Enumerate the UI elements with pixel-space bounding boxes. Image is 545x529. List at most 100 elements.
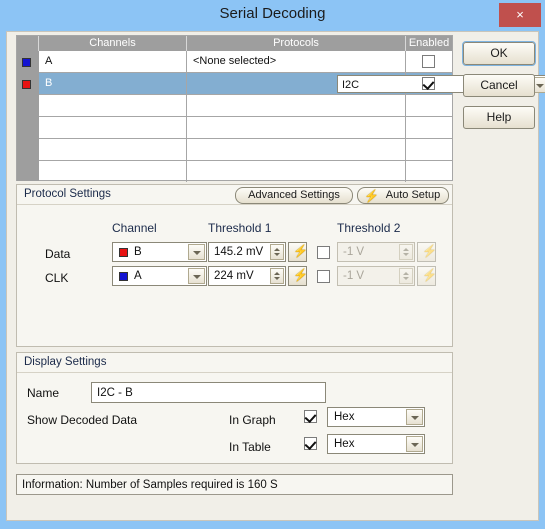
cancel-button[interactable]: Cancel <box>463 74 535 97</box>
enabled-checkbox[interactable] <box>422 77 435 90</box>
information-text: Information: Number of Samples required … <box>22 479 278 491</box>
table-row[interactable]: A <None selected> <box>39 51 452 73</box>
channel-color-swatch <box>119 272 128 281</box>
data-threshold1-value: 145.2 mV <box>214 246 264 258</box>
cell-protocol[interactable] <box>187 139 406 160</box>
cell-enabled <box>406 73 452 94</box>
row-label-clk: CLK <box>45 271 69 285</box>
table-header-corner <box>17 36 39 51</box>
data-threshold2-enable-checkbox[interactable] <box>317 246 330 259</box>
cell-channel <box>39 161 187 182</box>
clk-threshold1-field[interactable]: 224 mV <box>208 266 286 286</box>
row-label-data: Data <box>45 247 71 261</box>
in-graph-label: In Graph <box>229 413 276 427</box>
column-label-channel: Channel <box>112 221 157 235</box>
spinner-up-down-icon <box>399 268 413 284</box>
in-graph-format-value: Hex <box>334 411 355 423</box>
auto-setup-button[interactable]: ⚡ Auto Setup <box>357 187 449 204</box>
table-row[interactable] <box>39 161 452 183</box>
table-row[interactable] <box>39 117 452 139</box>
bolt-icon: ⚡ <box>422 244 437 258</box>
data-threshold1-auto-button[interactable]: ⚡ <box>288 242 308 262</box>
in-table-label: In Table <box>229 440 271 454</box>
cell-channel: B <box>39 73 187 94</box>
clk-threshold2-auto-button: ⚡ <box>417 266 437 286</box>
cell-protocol[interactable] <box>187 117 406 138</box>
cell-enabled <box>406 117 452 138</box>
bolt-icon: ⚡ <box>293 244 308 258</box>
column-label-threshold2: Threshold 2 <box>337 221 401 235</box>
table-row[interactable] <box>39 95 452 117</box>
spinner-up-down-icon <box>399 244 413 260</box>
table-row[interactable]: B I2C <box>39 73 545 95</box>
bolt-icon: ⚡ <box>293 268 308 282</box>
cell-channel <box>39 117 187 138</box>
cell-channel <box>39 95 187 116</box>
cell-channel: A <box>39 51 187 72</box>
in-table-format-combo[interactable]: Hex <box>327 434 425 454</box>
divider <box>17 204 452 205</box>
cell-protocol[interactable] <box>187 95 406 116</box>
title-bar: Serial Decoding × <box>0 0 545 31</box>
clk-channel-combo[interactable]: A <box>112 266 207 286</box>
help-button[interactable]: Help <box>463 106 535 129</box>
cell-enabled <box>406 51 452 72</box>
dialog-body: Channels Protocols Enabled A <None selec… <box>6 31 545 521</box>
cell-protocol[interactable]: <None selected> <box>187 51 406 72</box>
row-header-strip <box>17 51 39 181</box>
clk-threshold2-enable-checkbox[interactable] <box>317 270 330 283</box>
table-header-protocols[interactable]: Protocols <box>187 36 406 51</box>
close-icon[interactable]: × <box>499 3 541 27</box>
advanced-settings-button[interactable]: Advanced Settings <box>235 187 353 204</box>
table-header-enabled[interactable]: Enabled <box>406 36 452 51</box>
channel-color-swatch-b <box>22 80 31 89</box>
window-title: Serial Decoding <box>219 5 326 22</box>
chevron-down-icon[interactable] <box>188 268 205 284</box>
chevron-down-icon[interactable] <box>188 244 205 260</box>
cell-protocol[interactable] <box>187 161 406 182</box>
cell-enabled <box>406 95 452 116</box>
serial-decoding-dialog: Serial Decoding × Channels Protocols Ena… <box>0 0 545 529</box>
display-settings-title: Display Settings <box>24 356 107 368</box>
clk-threshold1-auto-button[interactable]: ⚡ <box>288 266 308 286</box>
enabled-checkbox[interactable] <box>422 55 435 68</box>
channel-color-swatch <box>119 248 128 257</box>
spinner-up-down-icon[interactable] <box>270 268 284 284</box>
bolt-icon: ⚡ <box>422 268 437 282</box>
table-header-row: Channels Protocols Enabled <box>17 36 452 51</box>
chevron-down-icon[interactable] <box>406 436 423 452</box>
information-bar: Information: Number of Samples required … <box>16 474 453 495</box>
channel-color-swatch-a <box>22 58 31 67</box>
in-table-checkbox[interactable] <box>304 437 317 450</box>
protocol-combo-value: I2C <box>342 79 360 91</box>
name-input[interactable]: I2C - B <box>91 382 326 403</box>
data-threshold2-auto-button: ⚡ <box>417 242 437 262</box>
data-threshold1-field[interactable]: 145.2 mV <box>208 242 286 262</box>
divider <box>17 372 452 373</box>
protocol-settings-title: Protocol Settings <box>24 188 111 200</box>
name-input-value: I2C - B <box>97 387 133 399</box>
data-threshold2-value: -1 V <box>343 246 365 258</box>
spinner-up-down-icon[interactable] <box>270 244 284 260</box>
column-label-threshold1: Threshold 1 <box>208 221 272 235</box>
in-graph-format-combo[interactable]: Hex <box>327 407 425 427</box>
clk-channel-value: A <box>134 270 142 282</box>
table-row[interactable] <box>39 139 452 161</box>
clk-threshold2-value: -1 V <box>343 270 365 282</box>
auto-setup-label: Auto Setup <box>385 189 441 201</box>
cell-protocol: I2C <box>187 73 545 94</box>
ok-button[interactable]: OK <box>462 41 536 66</box>
chevron-down-icon[interactable] <box>406 409 423 425</box>
show-decoded-data-label: Show Decoded Data <box>27 413 138 427</box>
name-label: Name <box>27 386 60 400</box>
data-channel-value: B <box>134 246 142 258</box>
table-header-channels[interactable]: Channels <box>39 36 187 51</box>
bolt-icon: ⚡ <box>364 189 379 203</box>
cell-channel <box>39 139 187 160</box>
protocol-settings-group: Protocol Settings Advanced Settings ⚡ Au… <box>16 184 453 347</box>
cell-enabled <box>406 139 452 160</box>
channel-table: Channels Protocols Enabled A <None selec… <box>16 35 545 183</box>
in-graph-checkbox[interactable] <box>304 410 317 423</box>
data-threshold2-field: -1 V <box>337 242 415 262</box>
data-channel-combo[interactable]: B <box>112 242 207 262</box>
